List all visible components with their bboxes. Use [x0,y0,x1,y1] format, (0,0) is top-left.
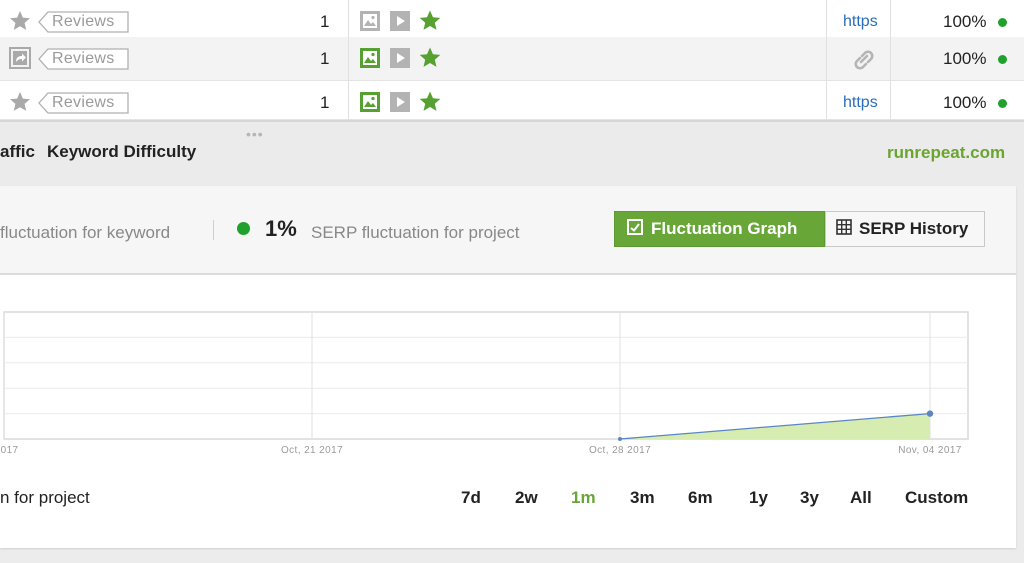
status-dot [998,99,1007,108]
video-icon[interactable] [388,9,412,33]
percent-value: 100% [943,12,987,31]
chart-grid [3,311,969,440]
fluctuation-panel: fluctuation for keyword 1% SERP fluctuat… [0,186,1016,548]
range-all[interactable]: All [850,488,872,508]
star-icon[interactable] [418,90,442,114]
protocol-link[interactable]: https [843,13,878,31]
status-dot [998,55,1007,64]
video-icon[interactable] [388,46,412,70]
star-icon[interactable] [8,9,32,33]
chart-caption: n for project [0,488,90,507]
serp-history-label: SERP History [859,219,969,238]
plot-frame [3,311,969,440]
x-tick-label: 4 2017 [0,445,19,456]
video-icon[interactable] [388,90,412,114]
star-icon[interactable] [8,90,32,114]
fluctuation-graph-button[interactable]: Fluctuation Graph [614,211,825,247]
grid-icon [836,218,852,240]
chart-checkbox-icon [627,218,643,240]
count-value: 1 [320,12,330,31]
project-fluctuation-label: SERP fluctuation for project [311,223,520,242]
fluctuation-stats: fluctuation for keyword 1% SERP fluctuat… [0,186,1016,275]
serp-history-button[interactable]: SERP History [825,211,985,247]
range-1m[interactable]: 1m [571,488,596,508]
divider [826,37,827,80]
data-point [926,410,934,417]
range-custom[interactable]: Custom [905,488,968,508]
range-3y[interactable]: 3y [800,488,819,508]
range-2w[interactable]: 2w [515,488,538,508]
tab-keyword-difficulty[interactable]: Keyword Difficulty [47,142,196,161]
details-header: ••• affic Keyword Difficulty runrepeat.co… [0,120,1024,186]
serp-features [358,46,442,70]
status-dot [237,222,250,235]
star-icon[interactable] [418,46,442,70]
x-tick-label: Oct, 21 2017 [281,445,343,456]
share-icon[interactable] [8,46,32,70]
tag-label: Reviews [52,13,115,30]
serp-features [358,90,442,114]
tag-badge: Reviews [38,92,130,114]
image-icon[interactable] [358,9,382,33]
percent-value: 100% [943,93,987,112]
tag-badge: Reviews [38,11,130,33]
tag-label: Reviews [52,94,115,111]
x-tick-label: Oct, 28 2017 [589,445,651,456]
divider [348,81,349,119]
star-icon[interactable] [418,9,442,33]
count-value: 1 [320,93,330,112]
x-tick-label: Nov, 04 2017 [898,445,962,456]
image-icon[interactable] [358,90,382,114]
serp-features [358,9,442,33]
tag-label: Reviews [52,50,115,67]
range-1y[interactable]: 1y [749,488,768,508]
range-3m[interactable]: 3m [630,488,655,508]
data-point [618,437,622,441]
range-6m[interactable]: 6m [688,488,713,508]
fluctuation-graph-label: Fluctuation Graph [651,219,798,238]
fluctuation-chart: 4 2017 Oct, 21 2017 Oct, 28 2017 Nov, 04 20… [0,311,969,456]
divider [826,81,827,119]
tag-badge: Reviews [38,48,130,70]
divider [890,37,891,80]
image-icon[interactable] [358,46,382,70]
range-7d[interactable]: 7d [461,488,481,508]
protocol-link[interactable]: https [843,94,878,112]
divider [890,81,891,119]
status-dot [998,18,1007,27]
domain-link[interactable]: runrepeat.com [887,143,1005,163]
tab-traffic[interactable]: affic [0,142,35,161]
divider [213,220,214,240]
table-row: Reviews 1 https 100% [0,81,1024,120]
project-fluctuation-value: 1% [265,216,297,241]
table-row: Reviews 1 100% [0,37,1024,81]
link-icon[interactable] [850,47,878,78]
count-value: 1 [320,49,330,68]
header-columns: affic Keyword Difficulty [0,142,196,162]
percent-value: 100% [943,49,987,68]
resize-handle-icon[interactable]: ••• [246,126,264,142]
divider [348,37,349,80]
keyword-fluctuation-label: fluctuation for keyword [0,223,171,242]
x-axis: 4 2017 Oct, 21 2017 Oct, 28 2017 Nov, 04 20… [0,445,962,456]
